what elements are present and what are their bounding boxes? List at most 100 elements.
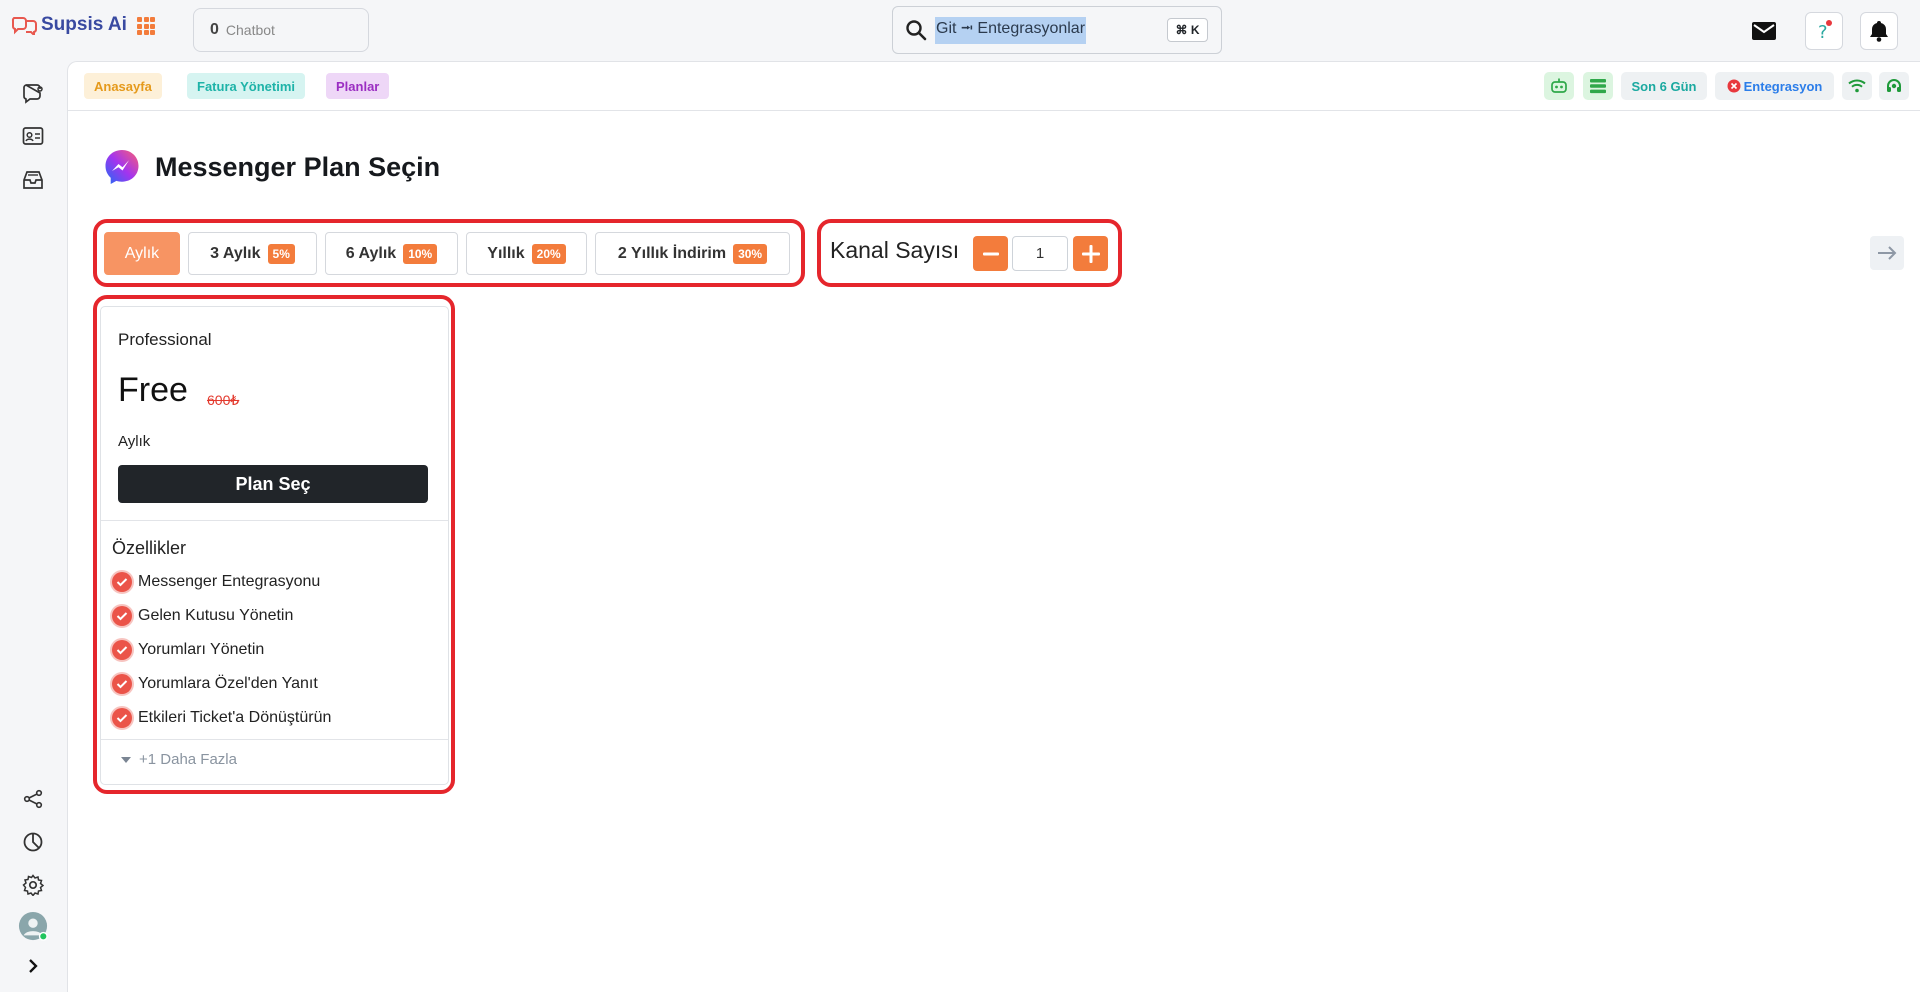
- next-button[interactable]: [1870, 236, 1904, 270]
- sidebar-item-settings[interactable]: [18, 870, 48, 900]
- pie-chart-icon: [23, 832, 43, 852]
- contact-card-icon: [22, 127, 44, 145]
- period-label: 3 Aylık: [210, 244, 261, 262]
- feature-item: Yorumlara Özel'den Yanıt: [112, 674, 318, 694]
- feature-item: Yorumları Yönetin: [112, 640, 264, 660]
- agent-status[interactable]: [1879, 72, 1909, 100]
- channel-decrement-button[interactable]: [973, 236, 1008, 271]
- share-icon: [23, 789, 43, 809]
- avatar-icon: [18, 911, 48, 941]
- sidebar-user-avatar[interactable]: [18, 911, 48, 941]
- feature-label: Gelen Kutusu Yönetin: [138, 607, 294, 624]
- bot-status[interactable]: [1544, 72, 1574, 100]
- page-header: Messenger Plan Seçin: [103, 148, 440, 186]
- date-range-badge[interactable]: Son 6 Gün: [1621, 72, 1707, 100]
- inbox-icon: [23, 171, 43, 189]
- plan-old-price: 600₺: [207, 392, 240, 408]
- period-6-monthly[interactable]: 6 Aylık 10%: [325, 232, 458, 275]
- chatbot-count: 0: [210, 21, 219, 38]
- logo-icon: [11, 17, 37, 35]
- sidebar-item-inbox[interactable]: [18, 165, 48, 195]
- search-bar[interactable]: Git ⭲ Entegrasyonlar ⌘ K: [892, 6, 1222, 54]
- integration-label: Entegrasyon: [1743, 78, 1823, 94]
- sidebar-item-reports[interactable]: [18, 827, 48, 857]
- feature-label: Messenger Entegrasyonu: [138, 573, 321, 590]
- search-query[interactable]: Git ⭲ Entegrasyonlar: [935, 16, 1087, 44]
- list-status[interactable]: [1583, 72, 1613, 100]
- mail-icon: [1752, 22, 1776, 40]
- page-title: Messenger Plan Seçin: [155, 151, 441, 182]
- chatbot-counter[interactable]: 0 Chatbot: [193, 8, 369, 52]
- plan-name: Professional: [118, 330, 212, 349]
- bot-icon: [1551, 78, 1567, 93]
- period-3-monthly[interactable]: 3 Aylık 5%: [188, 232, 317, 275]
- channel-count-label: Kanal Sayısı: [830, 237, 960, 263]
- period-yearly[interactable]: Yıllık 20%: [466, 232, 587, 275]
- check-icon: [112, 572, 132, 592]
- chevron-right-icon: [29, 959, 38, 973]
- period-label: 6 Aylık: [345, 244, 397, 262]
- channel-count-input[interactable]: 1: [1012, 236, 1068, 271]
- gear-icon: [22, 874, 44, 896]
- period-monthly[interactable]: Aylık: [104, 232, 180, 275]
- discount-badge: 30%: [733, 243, 768, 264]
- feature-item: Messenger Entegrasyonu: [112, 572, 320, 592]
- top-bar: Supsis Ai 0 Chatbot Git ⭲ Entegrasyonlar…: [0, 0, 1920, 61]
- period-label: 2 Yıllık İndirim: [617, 244, 727, 262]
- search-icon: [906, 20, 927, 41]
- headset-icon: [1887, 79, 1901, 92]
- sidebar-item-share[interactable]: [18, 784, 48, 814]
- sidebar: [0, 61, 67, 992]
- bell-icon: [1870, 21, 1888, 42]
- chat-icon: [23, 84, 43, 104]
- error-icon: [1727, 79, 1741, 93]
- help-button[interactable]: ?: [1805, 12, 1843, 50]
- sidebar-item-contacts[interactable]: [18, 121, 48, 151]
- breadcrumb-plans[interactable]: Planlar: [326, 73, 390, 99]
- plus-icon: [1081, 244, 1100, 263]
- messenger-icon: [105, 150, 139, 184]
- feature-label: Etkileri Ticket'a Dönüştürün: [138, 709, 332, 726]
- discount-badge: 10%: [403, 243, 438, 264]
- show-more-features[interactable]: +1 Daha Fazla: [121, 751, 237, 768]
- sidebar-item-conversations[interactable]: [18, 78, 48, 108]
- notifications-button[interactable]: [1860, 12, 1898, 50]
- svg-text:?: ?: [1818, 22, 1828, 43]
- features-title: Özellikler: [112, 538, 187, 558]
- breadcrumb-billing[interactable]: Fatura Yönetimi: [187, 73, 306, 99]
- list-icon: [1590, 79, 1606, 94]
- app-name: Supsis Ai: [41, 14, 127, 35]
- mail-button[interactable]: [1745, 12, 1783, 50]
- check-icon: [112, 674, 132, 694]
- breadcrumb-home[interactable]: Anasayfa: [84, 73, 162, 99]
- feature-item: Etkileri Ticket'a Dönüştürün: [112, 708, 331, 728]
- feature-label: Yorumları Yönetin: [138, 641, 265, 658]
- main-content: Anasayfa Fatura Yönetimi Planlar Son 6 G…: [67, 61, 1920, 992]
- period-label: Yıllık: [487, 244, 525, 262]
- period-label: Aylık: [124, 244, 160, 262]
- search-shortcut: ⌘ K: [1167, 18, 1208, 42]
- connection-status[interactable]: [1842, 72, 1872, 100]
- feature-label: Yorumlara Özel'den Yanıt: [138, 675, 318, 692]
- chatbot-label: Chatbot: [225, 22, 275, 38]
- plan-price: Free: [118, 371, 188, 409]
- select-plan-button[interactable]: Plan Seç: [118, 465, 428, 503]
- discount-badge: 20%: [531, 243, 566, 264]
- plan-card: Professional Free 600₺ Aylık Plan Seç Öz…: [100, 306, 449, 785]
- divider: [101, 739, 448, 740]
- plan-period: Aylık: [118, 433, 151, 450]
- sidebar-expand-button[interactable]: [18, 951, 48, 981]
- apps-grid-icon[interactable]: [137, 17, 155, 35]
- channel-increment-button[interactable]: [1073, 236, 1108, 271]
- check-icon: [112, 606, 132, 626]
- show-more-label: +1 Daha Fazla: [139, 751, 237, 768]
- app-logo[interactable]: Supsis Ai: [11, 14, 127, 36]
- arrow-right-icon: [1878, 246, 1897, 260]
- wifi-icon: [1848, 79, 1866, 93]
- divider: [101, 520, 448, 521]
- feature-item: Gelen Kutusu Yönetin: [112, 606, 293, 626]
- check-icon: [112, 708, 132, 728]
- period-2-yearly[interactable]: 2 Yıllık İndirim 30%: [595, 232, 790, 275]
- integration-status[interactable]: Entegrasyon: [1715, 72, 1834, 100]
- discount-badge: 5%: [267, 243, 295, 264]
